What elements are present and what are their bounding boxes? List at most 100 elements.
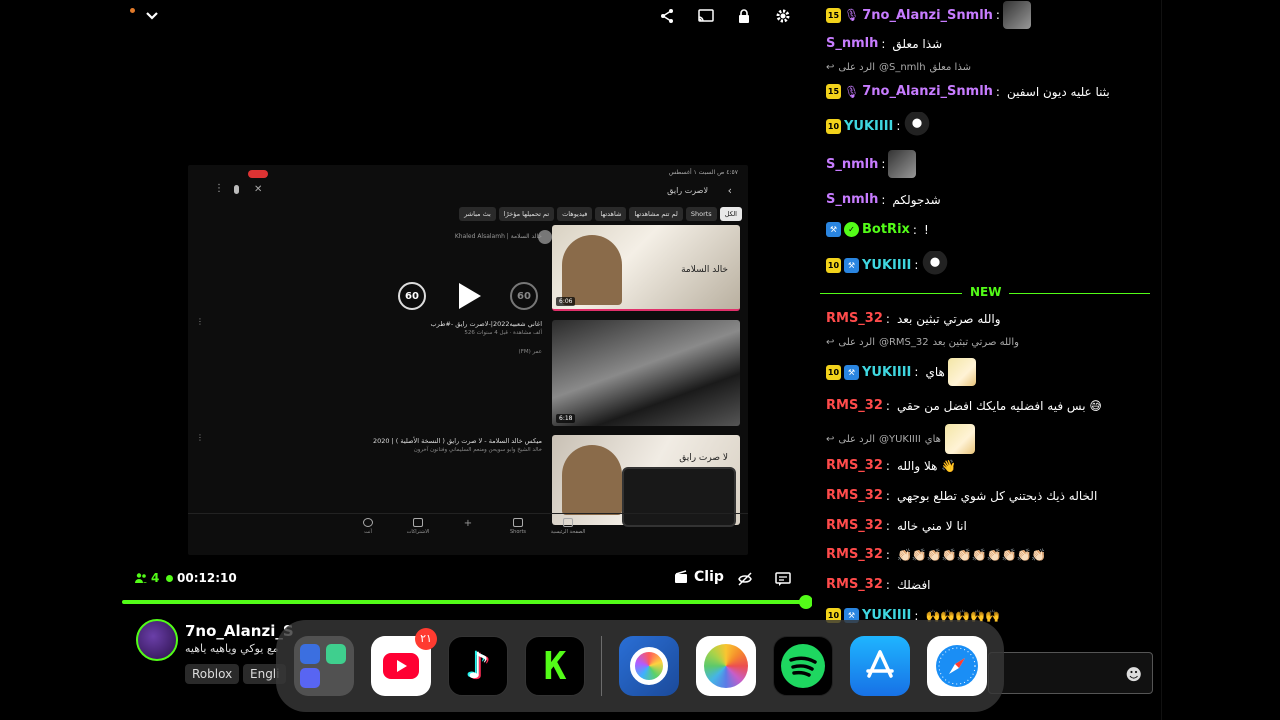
kick-app[interactable]: K [525,636,585,696]
safari-app[interactable] [927,636,987,696]
chat-input[interactable]: ☻ [988,652,1153,694]
chat-username[interactable]: RMS_32 [826,577,883,592]
reply-context: ↩ الرد على @S_nmlh شذا معلق [826,62,971,73]
more-icon: ⋮ [196,433,204,442]
moderator-badge: ⚒ [844,257,859,273]
nav-shorts: Shorts [498,518,538,535]
video-thumbnail: 6:18 [552,320,740,426]
rewind-button[interactable]: 60 [398,282,426,310]
more-icon: ⋮ [214,183,224,194]
chat-username[interactable]: S_nmlh [826,192,878,207]
mic-icon: 🎙 [844,8,860,22]
chat-username[interactable]: S_nmlh [826,36,878,51]
photos-app[interactable] [696,636,756,696]
chevron-down-icon[interactable] [142,6,162,26]
clip-button[interactable]: Clip [674,569,724,585]
chat-message[interactable]: 15 🎙 7no_Alanzi_Snmlh: بثنا عليه ديون اس… [826,84,1155,99]
chat-message[interactable]: ⚒ ✓ BotRix: ! [826,222,1155,237]
share-icon[interactable] [657,6,677,26]
play-button[interactable] [454,281,484,311]
chat-message[interactable]: RMS_32: انا لا مني خاله [826,518,1155,533]
reply-text: شذا معلق [929,62,971,73]
chat-username[interactable]: RMS_32 [826,458,883,473]
category-tag[interactable]: Roblox [185,664,240,684]
progress-handle[interactable] [799,595,813,609]
ibispaint-app[interactable] [619,636,679,696]
chat-username[interactable]: YUKIIII [862,258,911,273]
duration-badge: 6:18 [556,414,576,423]
chat-text: 👏🏻👏🏻👏🏻👏🏻👏🏻👏🏻👏🏻👏🏻👏🏻👏🏻 [896,547,1047,562]
cast-icon[interactable] [696,6,716,26]
clip-label: Clip [694,569,724,585]
chat-message[interactable]: 10 YUKIIII: [826,112,1155,140]
chat-message[interactable]: RMS_32: 👏🏻👏🏻👏🏻👏🏻👏🏻👏🏻👏🏻👏🏻👏🏻👏🏻 [826,547,1155,562]
reply-prefix: الرد على [838,433,875,445]
chat-username[interactable]: RMS_32 [826,398,883,413]
viewer-count-value: 4 [151,571,160,585]
chat-username[interactable]: BotRix [862,222,910,237]
thumbnail-caption: خالد السلامة [681,265,728,275]
emote [1002,1,1031,29]
chat-message[interactable]: S_nmlh: شذا معلق [826,36,1155,51]
notification-badge: ٢١ [415,628,437,650]
stream-uptime: 00:12:10 [166,571,237,585]
screen-status-bar: ٤:٥٧ ص السبت ١ أغسطس [188,167,748,179]
dock-divider [601,636,602,696]
subscriber-badge: 10 [826,118,841,134]
emoji-icon[interactable]: ☻ [1125,665,1142,684]
chat-text: بثنا عليه ديون اسفين [1006,84,1110,99]
chat-panel: 15 🎙 7no_Alanzi_Snmlh: S_nmlh: شذا معلق … [812,0,1162,720]
reply-target: @RMS_32 [878,337,929,348]
stream-video-frame[interactable]: ٤:٥٧ ص السبت ١ أغسطس ⋮ ✕ لاصرت رايق ‹ ال… [188,165,748,555]
chat-icon[interactable] [774,570,792,588]
chat-username[interactable]: YUKIIII [844,119,893,134]
chat-message[interactable]: RMS_32: بس فيه افضليه مايكك افضل من حقي … [826,398,1155,413]
play-icon [459,283,481,309]
screen-clock: ٤:٥٧ ص السبت ١ أغسطس [668,169,738,176]
chat-message[interactable]: 10 ⚒ YUKIIII: هاي [826,358,1155,386]
reply-arrow-icon: ↩ [826,62,835,73]
chat-text: الخاله ذيك ذبحتني كل شوي تطلع بوجهي [896,488,1098,503]
chat-message[interactable]: 15 🎙 7no_Alanzi_Snmlh: [826,1,1155,29]
stream-progress-bar[interactable] [122,600,808,604]
gear-icon[interactable] [773,6,793,26]
chat-message[interactable]: S_nmlh: شدجولكم [826,192,1155,207]
safari-icon [936,645,978,687]
chat-username[interactable]: RMS_32 [826,518,883,533]
chat-username[interactable]: 7no_Alanzi_Snmlh [862,8,993,23]
lock-icon[interactable] [734,6,754,26]
hide-chat-icon[interactable] [736,570,754,588]
chat-username[interactable]: RMS_32 [826,311,883,326]
chat-username[interactable]: RMS_32 [826,488,883,503]
chat-message[interactable]: RMS_32: هلا والله 👋 [826,458,1155,473]
chat-text: هاي [925,365,945,379]
reply-target: @YUKIIII [878,433,921,445]
spotify-app[interactable] [773,636,833,696]
chat-message[interactable]: 10 ⚒ YUKIIII: [826,251,1155,279]
chat-username[interactable]: RMS_32 [826,547,883,562]
avatar[interactable] [136,619,178,661]
nav-label: + [463,518,473,529]
chat-message[interactable]: S_nmlh: [826,150,1155,178]
nav-home: الصفحة الرئيسية [548,518,588,535]
chat-message[interactable]: RMS_32: افضلك [826,577,1155,592]
chat-username[interactable]: 7no_Alanzi_Snmlh [862,84,993,99]
reply-context: ↩ الرد على @RMS_32 والله صرتي تبثين بعد [826,337,1019,348]
video-player[interactable]: ٤:٥٧ ص السبت ١ أغسطس ⋮ ✕ لاصرت رايق ‹ ال… [122,0,812,600]
appstore-app[interactable] [850,636,910,696]
tiktok-app[interactable]: ♪ [448,636,508,696]
screen-search-text: لاصرت رايق [667,186,708,195]
thumbnail-caption: لا صرت رايق [679,453,728,463]
youtube-app[interactable]: ٢١ [371,628,437,696]
chat-message[interactable]: RMS_32: والله صرتي تبثين بعد [826,311,1155,326]
ios-dock: ٢١ ♪ K [276,620,1004,712]
record-indicator [248,170,268,178]
app-library-folder[interactable] [294,636,354,696]
chat-text: افضلك [896,577,931,592]
chat-message[interactable]: RMS_32: الخاله ذيك ذبحتني كل شوي تطلع بو… [826,488,1155,503]
chat-username[interactable]: YUKIIII [862,365,911,380]
forward-button[interactable]: 60 [510,282,538,310]
chat-username[interactable]: S_nmlh [826,157,878,172]
users-icon [135,573,147,583]
streamer-name[interactable]: 7no_Alanzi_S [185,622,294,640]
